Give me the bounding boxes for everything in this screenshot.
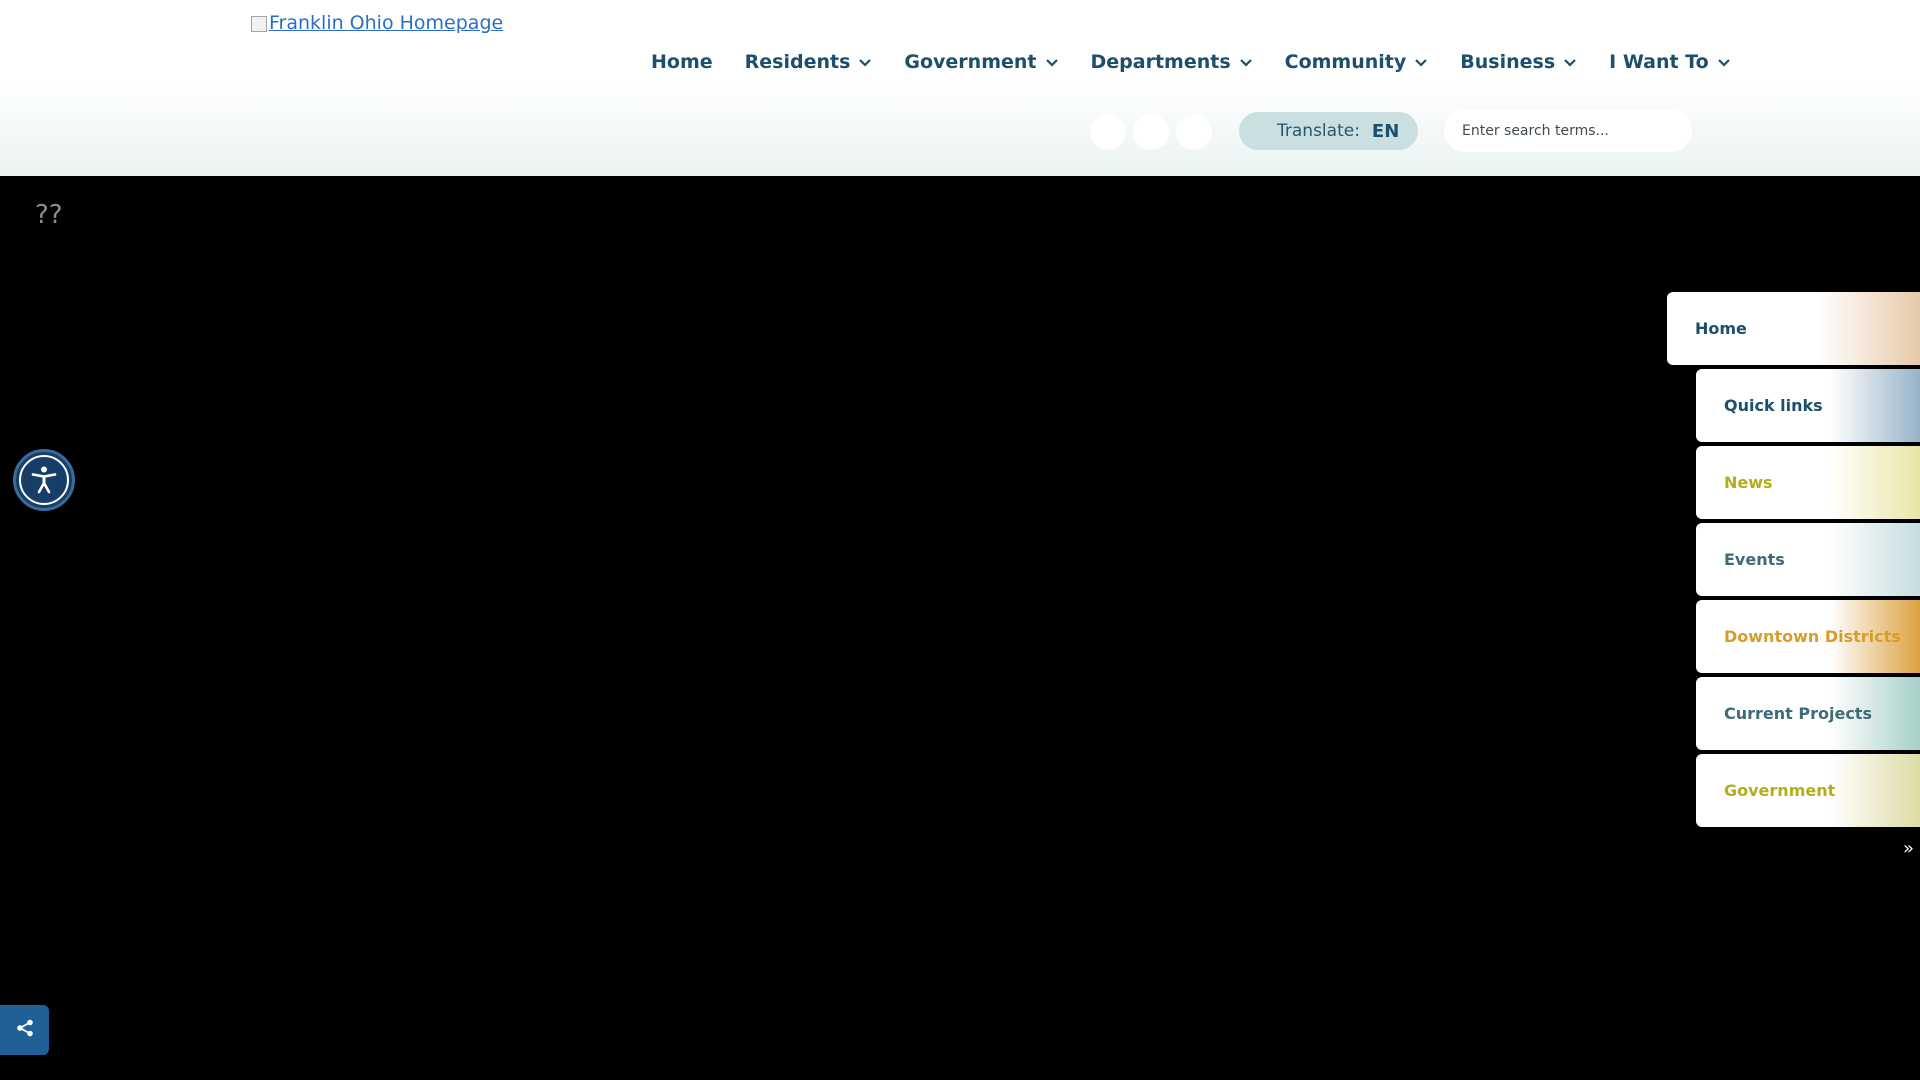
accessibility-button[interactable] [13, 449, 75, 511]
missing-glyph-text: ?? [35, 200, 63, 230]
side-item-current-projects[interactable]: Current Projects [1696, 677, 1920, 750]
share-button[interactable] [0, 1005, 49, 1055]
side-item-quick-links[interactable]: Quick links [1696, 369, 1920, 442]
search-input[interactable] [1444, 110, 1692, 152]
translate-button[interactable]: Translate: EN [1239, 112, 1418, 150]
side-menu-expand-icon[interactable]: » [1903, 838, 1914, 859]
site-header: Franklin Ohio Homepage Home Residents Go… [0, 0, 1920, 176]
chevron-down-icon [858, 55, 872, 69]
side-item-home[interactable]: Home [1667, 292, 1920, 365]
share-icon [16, 1019, 34, 1041]
social-link-2[interactable] [1133, 114, 1169, 150]
chevron-down-icon [1414, 55, 1428, 69]
chevron-down-icon [1045, 55, 1059, 69]
nav-business[interactable]: Business [1460, 51, 1577, 73]
accessibility-icon [19, 455, 69, 505]
main-nav: Home Residents Government Departments Co… [651, 44, 1731, 80]
side-item-label: Events [1724, 550, 1785, 569]
social-links [1090, 114, 1219, 150]
nav-residents[interactable]: Residents [745, 51, 873, 73]
side-item-label: Current Projects [1724, 704, 1872, 723]
nav-community[interactable]: Community [1285, 51, 1429, 73]
nav-home[interactable]: Home [651, 51, 713, 73]
social-link-3[interactable] [1176, 114, 1212, 150]
translate-lang: EN [1371, 120, 1400, 142]
translate-label: Translate: [1277, 121, 1360, 141]
chevron-down-icon [1239, 55, 1253, 69]
nav-departments[interactable]: Departments [1091, 51, 1253, 73]
nav-label: Residents [744, 51, 851, 73]
logo-link[interactable]: Franklin Ohio Homepage [251, 12, 503, 34]
logo-alt-text: Franklin Ohio Homepage [269, 12, 504, 34]
side-item-downtown-districts[interactable]: Downtown Districts [1696, 600, 1920, 673]
chevron-down-icon [1717, 55, 1731, 69]
side-item-news[interactable]: News [1696, 446, 1920, 519]
nav-label: Home [651, 51, 713, 73]
side-item-events[interactable]: Events [1696, 523, 1920, 596]
side-item-label: News [1724, 473, 1773, 492]
side-item-government[interactable]: Government [1696, 754, 1920, 827]
broken-image-icon [251, 16, 267, 32]
side-item-label: Government [1724, 781, 1836, 800]
nav-government[interactable]: Government [904, 51, 1058, 73]
nav-label: Government [904, 51, 1037, 73]
side-item-label: Home [1695, 319, 1747, 338]
nav-i-want-to[interactable]: I Want To [1609, 51, 1731, 73]
nav-label: Departments [1090, 51, 1231, 73]
social-link-1[interactable] [1090, 114, 1126, 150]
nav-label: Business [1460, 51, 1556, 73]
chevron-down-icon [1563, 55, 1577, 69]
nav-label: Community [1284, 51, 1407, 73]
nav-label: I Want To [1609, 51, 1709, 73]
side-item-label: Quick links [1724, 396, 1823, 415]
side-item-label: Downtown Districts [1724, 627, 1901, 646]
